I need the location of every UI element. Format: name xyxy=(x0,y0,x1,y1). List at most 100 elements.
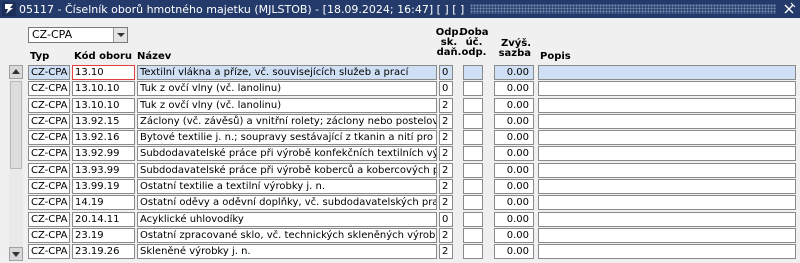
cell-kod-oboru[interactable]: 23.19 xyxy=(72,227,135,243)
cell-nazev[interactable]: Skleněné výrobky j. n. xyxy=(137,244,437,260)
table-row[interactable]: CZ-CPA 13.99.19 Ostatní textilie a textiln… xyxy=(28,179,798,195)
cell-kod-oboru[interactable]: 13.92.99 xyxy=(72,146,135,162)
cell-nazev[interactable]: Záclony (vč. závěsů) a vnitřní rolety; z… xyxy=(137,113,437,129)
cell-zvys-sazba[interactable]: 0.00 xyxy=(494,65,534,80)
cell-popis[interactable] xyxy=(538,195,796,211)
cell-popis[interactable] xyxy=(538,227,796,243)
cell-nazev[interactable]: Tuk z ovčí vlny (vč. lanolinu) xyxy=(137,81,437,97)
cell-zvys-sazba[interactable]: 0.00 xyxy=(494,162,534,178)
cell-doba-uc-odp[interactable] xyxy=(463,227,483,243)
cell-odp-sk-dan[interactable]: 2 xyxy=(439,179,453,195)
cell-odp-sk-dan[interactable]: 2 xyxy=(439,227,453,243)
cell-odp-sk-dan[interactable]: 2 xyxy=(439,113,453,129)
scroll-track[interactable] xyxy=(9,79,23,247)
cell-doba-uc-odp[interactable] xyxy=(463,146,483,162)
table-row[interactable]: CZ-CPA 23.19 Ostatní zpracované sklo, vč. … xyxy=(28,227,798,244)
cell-typ[interactable]: CZ-CPA xyxy=(28,130,70,146)
cell-doba-uc-odp[interactable] xyxy=(463,65,483,80)
cell-zvys-sazba[interactable]: 0.00 xyxy=(494,146,534,162)
cell-zvys-sazba[interactable]: 0.00 xyxy=(494,179,534,195)
scroll-down-icon[interactable] xyxy=(9,247,23,261)
cell-odp-sk-dan[interactable]: 2 xyxy=(439,162,453,178)
cell-typ[interactable]: CZ-CPA xyxy=(28,195,70,211)
cell-doba-uc-odp[interactable] xyxy=(463,130,483,146)
cell-popis[interactable] xyxy=(538,81,796,97)
cell-typ[interactable]: CZ-CPA xyxy=(28,113,70,129)
cell-typ[interactable]: CZ-CPA xyxy=(28,65,70,80)
cell-popis[interactable] xyxy=(538,211,796,227)
scroll-up-icon[interactable] xyxy=(9,65,23,79)
cell-typ[interactable]: CZ-CPA xyxy=(28,179,70,195)
cell-doba-uc-odp[interactable] xyxy=(463,81,483,97)
close-icon[interactable] xyxy=(782,2,796,16)
cell-zvys-sazba[interactable]: 0.00 xyxy=(494,227,534,243)
cell-kod-oboru[interactable]: 13.10.10 xyxy=(72,81,135,97)
cell-popis[interactable] xyxy=(538,97,796,113)
cell-popis[interactable] xyxy=(538,179,796,195)
table-row[interactable]: CZ-CPA 23.19.26 Skleněné výrobky j. n. 2 0.0… xyxy=(28,244,798,260)
cell-zvys-sazba[interactable]: 0.00 xyxy=(494,81,534,97)
cell-nazev[interactable]: Tuk z ovčí vlny (vč. lanolinu) xyxy=(137,97,437,113)
table-row[interactable]: CZ-CPA 13.10.10 Tuk z ovčí vlny (vč. lanol… xyxy=(28,81,798,97)
cell-popis[interactable] xyxy=(538,244,796,260)
vertical-scrollbar[interactable] xyxy=(9,65,23,261)
cell-popis[interactable] xyxy=(538,113,796,129)
table-row[interactable]: CZ-CPA 13.10.10 Tuk z ovčí vlny (vč. lanol… xyxy=(28,97,798,114)
cell-kod-oboru[interactable]: 13.99.19 xyxy=(72,179,135,195)
cell-zvys-sazba[interactable]: 0.00 xyxy=(494,97,534,113)
cell-typ[interactable]: CZ-CPA xyxy=(28,81,70,97)
cell-kod-oboru[interactable]: 13.10 xyxy=(72,65,135,80)
table-row[interactable]: CZ-CPA 14.19 Ostatní oděvy a oděvní doplňk… xyxy=(28,195,798,211)
cell-doba-uc-odp[interactable] xyxy=(463,97,483,113)
table-row[interactable]: CZ-CPA 13.92.99 Subdodavatelské práce při … xyxy=(28,146,798,162)
cell-nazev[interactable]: Subdodavatelské práce při výrobě koberců… xyxy=(137,162,437,178)
cell-nazev[interactable]: Ostatní oděvy a oděvní doplňky, vč. subd… xyxy=(137,195,437,211)
cell-typ[interactable]: CZ-CPA xyxy=(28,146,70,162)
cell-typ[interactable]: CZ-CPA xyxy=(28,211,70,227)
cell-nazev[interactable]: Ostatní zpracované sklo, vč. technických… xyxy=(137,227,437,243)
cell-zvys-sazba[interactable]: 0.00 xyxy=(494,244,534,260)
cell-odp-sk-dan[interactable]: 2 xyxy=(439,195,453,211)
cell-nazev[interactable]: Bytové textilie j. n.; soupravy sestávaj… xyxy=(137,130,437,146)
table-row[interactable]: CZ-CPA 13.93.99 Subdodavatelské práce při … xyxy=(28,162,798,179)
cell-popis[interactable] xyxy=(538,130,796,146)
table-row[interactable]: CZ-CPA 13.10 Textilní vlákna a příze, vč. … xyxy=(28,65,798,81)
cell-kod-oboru[interactable]: 23.19.26 xyxy=(72,244,135,260)
cell-typ[interactable]: CZ-CPA xyxy=(28,227,70,243)
cell-odp-sk-dan[interactable]: 0 xyxy=(439,81,453,97)
cell-doba-uc-odp[interactable] xyxy=(463,211,483,227)
cell-doba-uc-odp[interactable] xyxy=(463,195,483,211)
cell-typ[interactable]: CZ-CPA xyxy=(28,244,70,260)
cell-typ[interactable]: CZ-CPA xyxy=(28,162,70,178)
cell-popis[interactable] xyxy=(538,162,796,178)
chevron-down-icon[interactable] xyxy=(113,28,127,42)
table-row[interactable]: CZ-CPA 13.92.16 Bytové textilie j. n.; sou… xyxy=(28,130,798,146)
cell-kod-oboru[interactable]: 14.19 xyxy=(72,195,135,211)
cell-odp-sk-dan[interactable]: 0 xyxy=(439,211,453,227)
cell-doba-uc-odp[interactable] xyxy=(463,113,483,129)
cell-kod-oboru[interactable]: 13.92.16 xyxy=(72,130,135,146)
cell-kod-oboru[interactable]: 13.10.10 xyxy=(72,97,135,113)
cell-doba-uc-odp[interactable] xyxy=(463,244,483,260)
cell-odp-sk-dan[interactable]: 2 xyxy=(439,130,453,146)
cell-kod-oboru[interactable]: 13.92.15 xyxy=(72,113,135,129)
cell-nazev[interactable]: Subdodavatelské práce při výrobě konfekč… xyxy=(137,146,437,162)
cell-odp-sk-dan[interactable]: 2 xyxy=(439,97,453,113)
cell-doba-uc-odp[interactable] xyxy=(463,179,483,195)
cell-nazev[interactable]: Textilní vlákna a příze, vč. související… xyxy=(137,65,437,80)
cell-typ[interactable]: CZ-CPA xyxy=(28,97,70,113)
cell-kod-oboru[interactable]: 20.14.11 xyxy=(72,211,135,227)
cell-zvys-sazba[interactable]: 0.00 xyxy=(494,195,534,211)
cell-odp-sk-dan[interactable]: 0 xyxy=(439,65,453,80)
table-row[interactable]: CZ-CPA 13.92.15 Záclony (vč. závěsů) a vni… xyxy=(28,113,798,130)
table-row[interactable]: CZ-CPA 20.14.11 Acyklické uhlovodíky 0 0.00 xyxy=(28,211,798,228)
cell-odp-sk-dan[interactable]: 2 xyxy=(439,146,453,162)
cell-nazev[interactable]: Acyklické uhlovodíky xyxy=(137,211,437,227)
cell-zvys-sazba[interactable]: 0.00 xyxy=(494,211,534,227)
cell-zvys-sazba[interactable]: 0.00 xyxy=(494,113,534,129)
cell-zvys-sazba[interactable]: 0.00 xyxy=(494,130,534,146)
cell-nazev[interactable]: Ostatní textilie a textilní výrobky j. n… xyxy=(137,179,437,195)
cell-popis[interactable] xyxy=(538,146,796,162)
cell-odp-sk-dan[interactable]: 2 xyxy=(439,244,453,260)
type-filter-select[interactable]: CZ-CPA xyxy=(28,27,128,43)
